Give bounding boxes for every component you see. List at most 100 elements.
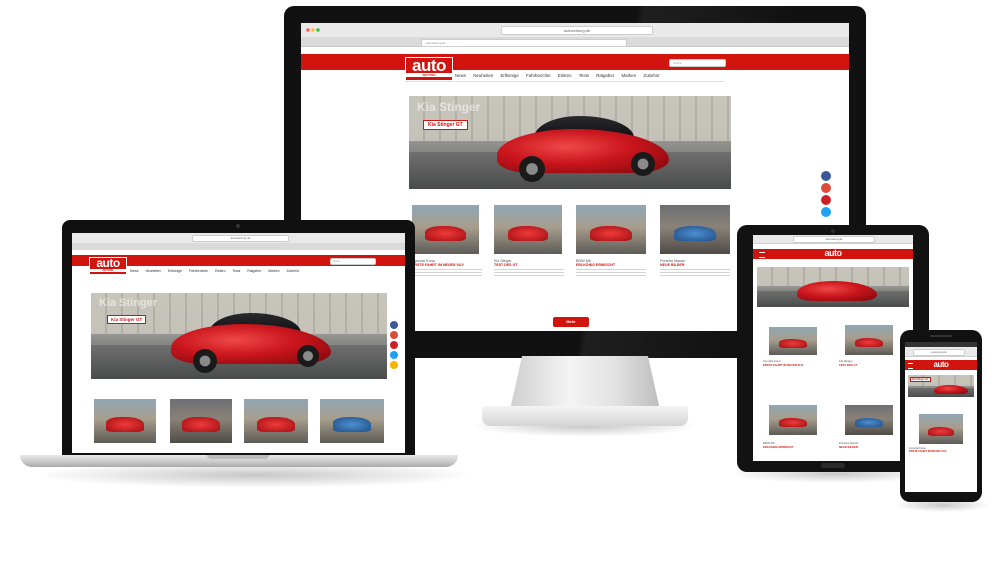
monitor-stand-neck <box>510 356 660 410</box>
browser-address-bar[interactable]: autozeitung.de <box>793 236 875 243</box>
article-thumbnail[interactable] <box>660 205 730 254</box>
article-caption[interactable]: Hyundai Kona ERSTE FAHRT IM NEUEN SUV <box>763 359 825 385</box>
article-caption[interactable]: Kia Stinger TEST DES GT <box>839 359 901 385</box>
article-caption[interactable]: Hyundai Kona ERSTE FAHRT IM NEUEN SUV <box>412 259 482 303</box>
article-thumbnail[interactable] <box>244 399 308 443</box>
nav-item[interactable]: Marken <box>268 269 279 273</box>
site-logo[interactable]: auto <box>929 360 953 370</box>
article-teaser-lines <box>412 269 482 276</box>
article-thumbnail[interactable] <box>494 205 562 254</box>
article-caption[interactable]: BMW M8 ERLKÖNIG ERWISCHT <box>576 259 646 303</box>
pinterest-icon[interactable] <box>821 195 831 205</box>
nav-item[interactable]: Erlkönige <box>168 269 182 273</box>
nav-item[interactable]: Tests <box>232 269 240 273</box>
article-thumbnail[interactable] <box>320 399 384 443</box>
smartphone: autozeitung.de auto Kia Stinger GT Hyund… <box>900 330 982 502</box>
twitter-icon[interactable] <box>390 351 398 359</box>
site-logo[interactable]: auto ZEITUNG <box>405 57 453 81</box>
hero-car-wheel <box>297 345 319 367</box>
article-title: ERSTE FAHRT IM NEUEN SUV <box>412 263 464 267</box>
menu-icon[interactable] <box>759 252 765 258</box>
article-title: NEUE BILDER <box>839 445 858 449</box>
article-thumbnail[interactable] <box>769 327 817 355</box>
article-caption[interactable]: BMW M8 ERLKÖNIG ERWISCHT <box>763 441 825 459</box>
hero-image[interactable]: Kia Stinger Kia Stinger GT <box>409 96 731 189</box>
twitter-icon[interactable] <box>821 207 831 217</box>
site-logo[interactable]: auto ZEITUNG <box>89 257 127 275</box>
article-title: TEST DES GT <box>839 363 858 367</box>
nav-item[interactable]: Marken <box>622 73 637 78</box>
nav-item[interactable]: Tests <box>579 73 589 78</box>
article-thumbnail[interactable] <box>94 399 156 443</box>
phone-speaker <box>930 335 952 337</box>
nav-item[interactable]: Fahrberichte <box>526 73 551 78</box>
tablet-home-button[interactable] <box>821 463 845 468</box>
logo-text: auto <box>933 360 949 369</box>
hero-ribbon-label: Kia Stinger GT <box>910 377 931 382</box>
nav-item[interactable]: Ratgeber <box>596 73 614 78</box>
article-teaser-lines <box>660 269 730 276</box>
nav-divider <box>405 81 725 82</box>
article-thumbnail[interactable] <box>769 405 817 435</box>
nav-item[interactable]: Neuheiten <box>473 73 493 78</box>
nav-item[interactable]: Erlkönige <box>500 73 518 78</box>
phone-screen: autozeitung.de auto Kia Stinger GT Hyund… <box>905 342 977 492</box>
nav-item[interactable]: Elektro <box>215 269 226 273</box>
article-caption[interactable]: Kia Stinger TEST DES GT <box>494 259 564 303</box>
hero-image[interactable]: Kia Stinger GT <box>908 375 974 397</box>
article-thumbnail[interactable] <box>919 414 963 444</box>
browser-tab[interactable]: autozeitung.de <box>421 39 627 47</box>
site-search-input[interactable]: Suche <box>669 59 726 67</box>
site-header-bar <box>301 54 849 70</box>
nav-item[interactable]: News <box>455 73 466 78</box>
more-button[interactable]: Mehr <box>553 317 589 327</box>
article-teaser-lines <box>576 269 646 276</box>
article-thumbnail[interactable] <box>845 405 893 435</box>
hero-image[interactable]: Kia Stinger Kia Stinger GT <box>91 293 387 379</box>
nav-item[interactable]: Fahrberichte <box>189 269 208 273</box>
nav-item[interactable]: Ratgeber <box>247 269 261 273</box>
hero-car-wheel <box>631 152 655 176</box>
facebook-icon[interactable] <box>390 321 398 329</box>
laptop-camera <box>236 224 240 228</box>
menu-icon[interactable] <box>908 363 913 369</box>
nav-item[interactable]: Elektro <box>558 73 572 78</box>
article-thumbnail[interactable] <box>170 399 232 443</box>
google-plus-icon[interactable] <box>390 331 398 339</box>
article-caption[interactable]: Hyundai Kona ERSTE FAHRT IM NEUEN SUV <box>909 447 973 465</box>
browser-address-bar[interactable]: autozeitung.de <box>501 26 653 35</box>
browser-address-bar[interactable]: autozeitung.de <box>913 349 965 356</box>
tablet-screen: autozeitung.de auto Hyundai Kona ERSTE F… <box>753 235 913 461</box>
article-caption[interactable]: Porsche Macan NEUE BILDER <box>660 259 730 303</box>
whatsapp-icon[interactable] <box>390 361 398 369</box>
facebook-icon[interactable] <box>821 171 831 181</box>
logo-text: auto <box>96 256 120 270</box>
hero-ghost-title: Kia Stinger <box>417 100 481 114</box>
browser-address-bar[interactable]: autozeitung.de <box>192 235 289 242</box>
article-title: ERLKÖNIG ERWISCHT <box>763 445 794 449</box>
pinterest-icon[interactable] <box>390 341 398 349</box>
article-title: NEUE BILDER <box>660 263 685 267</box>
article-thumbnail[interactable] <box>412 205 479 254</box>
laptop-screen: autozeitung.de auto ZEITUNG Suche News N… <box>72 233 405 453</box>
hero-ghost-title: Kia Stinger <box>99 297 158 309</box>
monitor-stand-base <box>482 406 688 426</box>
article-teaser-lines <box>494 269 564 276</box>
site-search-input[interactable]: Suche <box>330 258 376 265</box>
hero-image[interactable] <box>757 267 909 307</box>
nav-item[interactable]: Zubehör <box>286 269 299 273</box>
article-thumbnail[interactable] <box>845 325 893 355</box>
article-title: ERLKÖNIG ERWISCHT <box>576 263 616 267</box>
article-title: ERSTE FAHRT IM NEUEN SUV <box>763 363 804 367</box>
hero-car-wheel <box>519 156 545 182</box>
site-logo[interactable]: auto <box>820 249 846 259</box>
nav-item[interactable]: Zubehör <box>643 73 659 78</box>
google-plus-icon[interactable] <box>821 183 831 193</box>
browser-traffic-lights <box>306 28 320 32</box>
hero-car-wheel <box>193 349 217 373</box>
article-caption[interactable]: Porsche Macan NEUE BILDER <box>839 441 901 459</box>
laptop-trackpad-notch <box>207 455 269 459</box>
article-thumbnail[interactable] <box>576 205 646 254</box>
nav-item[interactable]: Neuheiten <box>145 269 160 273</box>
nav-item[interactable]: News <box>130 269 138 273</box>
